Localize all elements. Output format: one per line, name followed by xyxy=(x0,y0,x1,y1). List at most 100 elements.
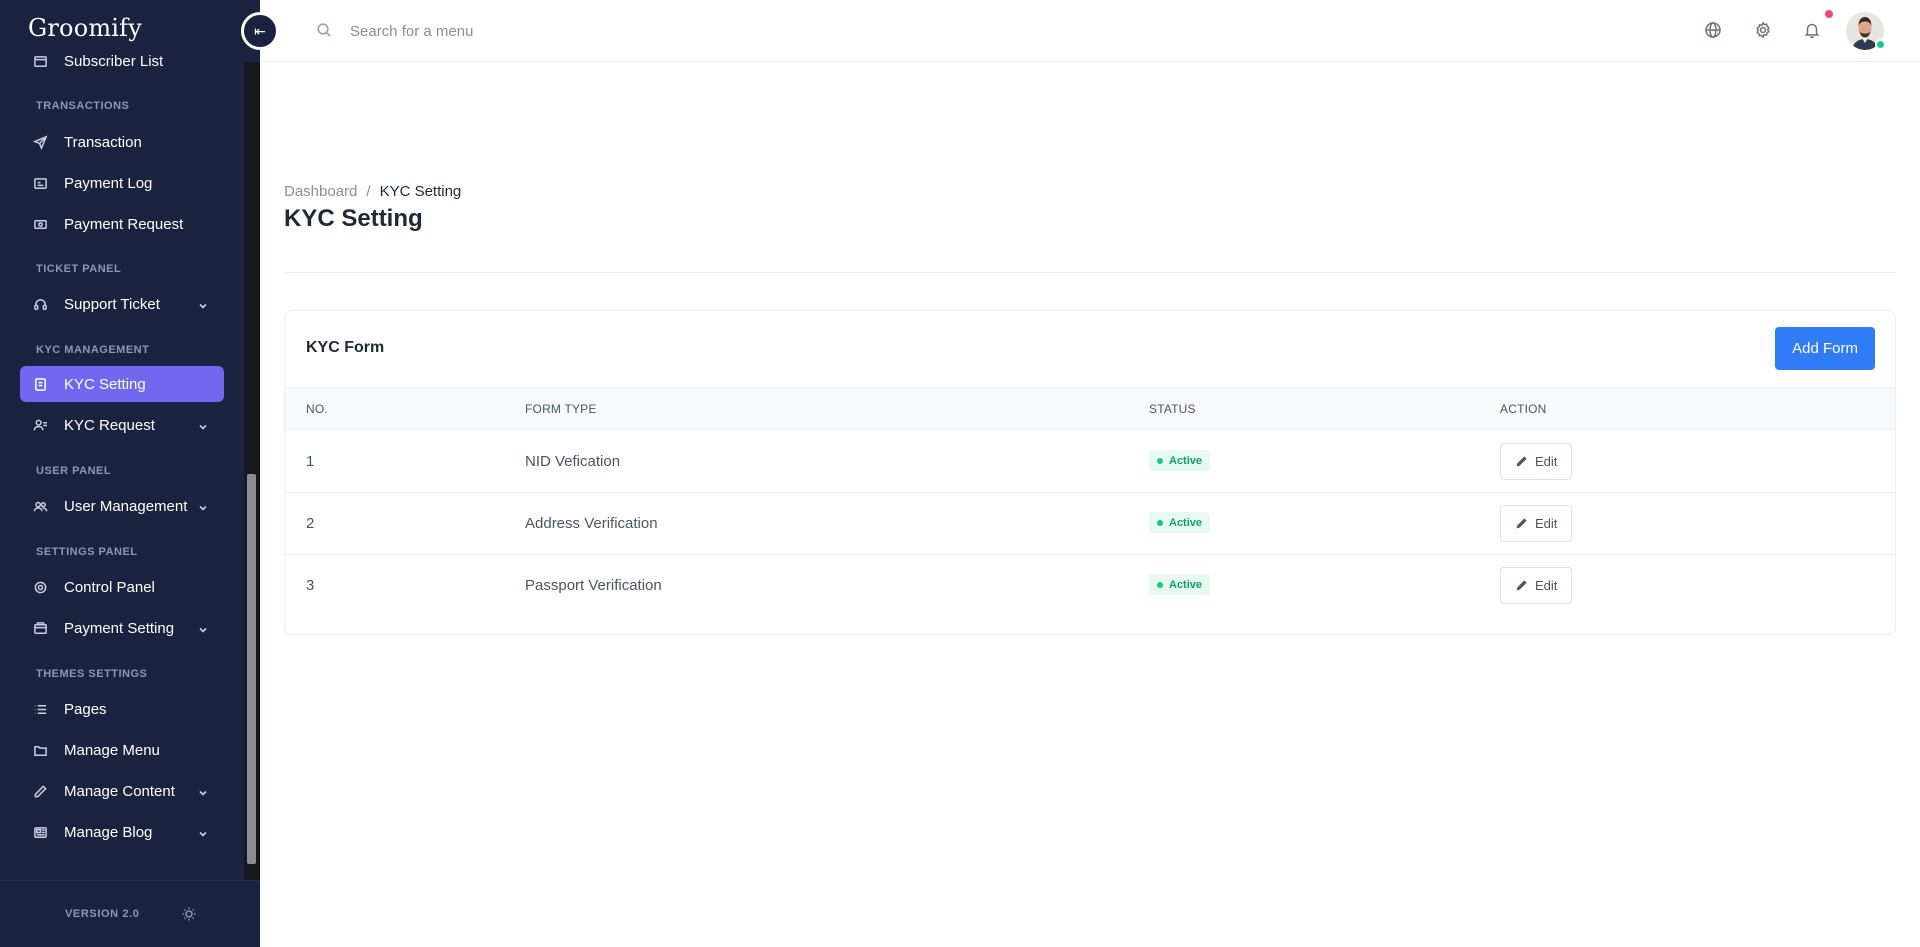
sidebar-scrollbar-thumb[interactable] xyxy=(247,474,256,864)
form-type: Address Verification xyxy=(525,515,658,532)
section-label-themes-settings: THEMES SETTINGS xyxy=(36,668,148,680)
sidebar-item-support-ticket[interactable]: Support Ticket xyxy=(20,286,224,322)
bell-icon[interactable] xyxy=(1803,21,1821,39)
pencil-icon xyxy=(1516,580,1527,591)
sidebar-item-manage-blog[interactable]: Manage Blog xyxy=(20,814,224,850)
section-label-ticket-panel: TICKET PANEL xyxy=(36,263,122,275)
breadcrumb-dashboard-link[interactable]: Dashboard xyxy=(284,183,357,200)
column-header-action: ACTION xyxy=(1500,402,1547,416)
sidebar-item-payment-log[interactable]: Payment Log xyxy=(20,165,224,201)
sidebar-item-label: KYC Request xyxy=(64,416,155,434)
chevron-down-icon xyxy=(198,785,208,796)
sidebar-item-label: Control Panel xyxy=(64,578,155,596)
page-title: KYC Setting xyxy=(284,205,423,232)
row-number: 1 xyxy=(306,453,315,470)
column-header-status: STATUS xyxy=(1149,402,1196,416)
status-text: Active xyxy=(1169,516,1203,529)
edit-label: Edit xyxy=(1535,578,1558,593)
table-row: 1 NID Vefication Active Edit xyxy=(285,431,1895,493)
brand-logo[interactable]: Groomify xyxy=(28,14,153,42)
section-label-kyc-management: KYC MANAGEMENT xyxy=(36,344,150,356)
chevron-down-icon xyxy=(198,419,208,430)
table-header: NO. FORM TYPE STATUS ACTION xyxy=(285,387,1895,430)
add-form-button[interactable]: Add Form xyxy=(1775,327,1875,370)
online-status-dot xyxy=(1875,39,1886,50)
pencil-icon xyxy=(1516,456,1527,467)
section-label-transactions: TRANSACTIONS xyxy=(36,100,130,112)
edit-button[interactable]: Edit xyxy=(1500,567,1573,604)
edit-button[interactable]: Edit xyxy=(1500,443,1573,480)
edit-label: Edit xyxy=(1535,516,1558,531)
chevron-down-icon xyxy=(198,826,208,837)
sidebar-item-payment-request[interactable]: Payment Request xyxy=(20,206,224,242)
status-dot xyxy=(1157,519,1163,526)
sidebar-item-kyc-setting[interactable]: KYC Setting xyxy=(20,366,224,402)
notification-dot xyxy=(1825,10,1833,18)
gear-icon xyxy=(32,579,48,595)
sidebar-item-label: Subscriber List xyxy=(64,52,164,70)
sidebar-item-label: Support Ticket xyxy=(64,295,160,313)
sidebar-footer: VERSION 2.0 xyxy=(0,880,260,947)
send-icon xyxy=(32,134,48,150)
newspaper-icon xyxy=(32,824,48,840)
sidebar-item-label: KYC Setting xyxy=(64,375,146,393)
sidebar-collapse-button[interactable]: ⇤ xyxy=(241,12,279,50)
chevron-down-icon xyxy=(198,298,208,309)
globe-icon[interactable] xyxy=(1704,21,1722,39)
breadcrumb-current: KYC Setting xyxy=(379,183,462,200)
subscriber-icon xyxy=(32,53,48,69)
form-type: NID Vefication xyxy=(525,453,621,470)
gear-icon[interactable] xyxy=(1754,21,1772,39)
table-row: 2 Address Verification Active Edit xyxy=(285,493,1895,555)
row-number: 3 xyxy=(306,577,315,594)
top-bar xyxy=(260,0,1920,62)
status-text: Active xyxy=(1169,454,1203,467)
log-icon xyxy=(32,175,48,191)
sidebar-item-control-panel[interactable]: Control Panel xyxy=(20,569,224,605)
money-icon xyxy=(32,216,48,232)
pencil-icon xyxy=(32,783,48,799)
sidebar-item-payment-setting[interactable]: Payment Setting xyxy=(20,610,224,646)
sidebar-item-pages[interactable]: Pages xyxy=(20,691,224,727)
sidebar-item-label: User Management xyxy=(64,497,188,515)
status-text: Active xyxy=(1169,578,1203,591)
sidebar-item-label: Payment Log xyxy=(64,174,153,192)
sidebar-item-label: Payment Request xyxy=(64,215,184,233)
users-icon xyxy=(32,498,48,514)
section-label-user-panel: USER PANEL xyxy=(36,465,112,477)
version-label: VERSION 2.0 xyxy=(65,908,140,920)
row-number: 2 xyxy=(306,515,315,532)
sidebar-item-label: Payment Setting xyxy=(64,619,175,637)
status-dot xyxy=(1157,581,1163,588)
sidebar-item-label: Manage Menu xyxy=(64,741,160,759)
collapse-arrow-icon: ⇤ xyxy=(254,22,266,39)
list-icon xyxy=(32,701,48,717)
breadcrumb-separator: / xyxy=(366,183,371,200)
divider xyxy=(284,272,1896,273)
form-type: Passport Verification xyxy=(525,577,662,594)
sidebar-item-kyc-request[interactable]: KYC Request xyxy=(20,407,224,443)
chevron-down-icon xyxy=(198,622,208,633)
status-badge: Active xyxy=(1149,512,1211,533)
sidebar-item-manage-content[interactable]: Manage Content xyxy=(20,773,224,809)
pencil-icon xyxy=(1516,518,1527,529)
sidebar-item-label: Pages xyxy=(64,700,107,718)
sidebar-item-transaction[interactable]: Transaction xyxy=(20,124,224,160)
sidebar: Subscriber List TRANSACTIONS Transaction… xyxy=(0,0,260,947)
user-list-icon xyxy=(32,417,48,433)
sidebar-item-user-management[interactable]: User Management xyxy=(20,488,224,524)
search-icon xyxy=(316,22,332,38)
headset-icon xyxy=(32,296,48,312)
sun-icon[interactable] xyxy=(181,906,197,922)
sidebar-item-label: Manage Blog xyxy=(64,823,153,841)
section-label-settings-panel: SETTINGS PANEL xyxy=(36,546,138,558)
kyc-icon xyxy=(32,376,48,392)
status-badge: Active xyxy=(1149,574,1211,595)
sidebar-item-subscriber-list[interactable]: Subscriber List xyxy=(20,43,224,79)
search-input[interactable] xyxy=(350,18,750,44)
edit-button[interactable]: Edit xyxy=(1500,505,1573,542)
sidebar-item-manage-menu[interactable]: Manage Menu xyxy=(20,732,224,768)
table-row: 3 Passport Verification Active Edit xyxy=(285,555,1895,617)
kyc-form-card: KYC Form Add Form NO. FORM TYPE STATUS A… xyxy=(284,310,1896,635)
sidebar-item-label: Manage Content xyxy=(64,782,175,800)
